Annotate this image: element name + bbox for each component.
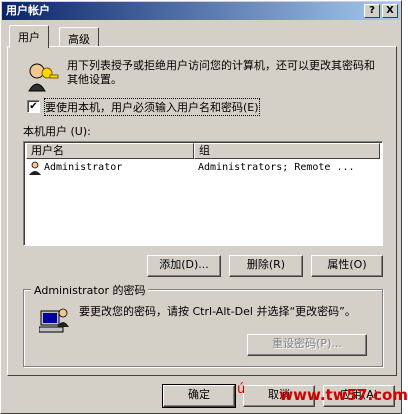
ok-button[interactable]: 确定: [162, 384, 236, 408]
add-button[interactable]: 添加(D)...: [147, 255, 221, 277]
column-header-username[interactable]: 用户名: [26, 143, 194, 159]
watermark-text: www.tw57.com: [279, 386, 408, 404]
tab-advanced[interactable]: 高级: [59, 27, 99, 47]
watermark-prefix: ú: [237, 382, 246, 397]
require-password-label[interactable]: 要使用本机，用户必须输入用户名和密码(E): [44, 98, 260, 116]
require-password-checkbox[interactable]: ✔: [27, 100, 40, 113]
tab-users[interactable]: 用户: [9, 25, 49, 48]
row-username: Administrator: [44, 162, 123, 173]
intro-text: 用下列表授予或拒绝用户访问您的计算机，还可以更改其密码和其他设置。: [67, 59, 375, 86]
password-group-label: Administrator 的密码: [31, 282, 149, 298]
users-list[interactable]: 用户名 组 Administrator Administrators; Remo…: [23, 141, 383, 246]
users-key-icon: [28, 63, 59, 92]
user-accounts-window: 用户帐户 ? X 用户 高级 用下列表授予或拒绝用户访问您的计算机，还可以更改其…: [0, 0, 402, 414]
reset-password-button[interactable]: 重设密码(P)...: [247, 334, 367, 356]
delete-button[interactable]: 删除(R): [229, 255, 303, 277]
row-group: Administrators; Remote ...: [198, 162, 355, 173]
window-title: 用户帐户: [6, 4, 50, 17]
help-button[interactable]: ?: [364, 4, 380, 18]
properties-button[interactable]: 属性(O): [311, 255, 383, 277]
title-bar: 用户帐户 ? X: [2, 2, 400, 20]
password-instructions: 要更改您的密码，请按 Ctrl-Alt-Del 并选择“更改密码”。: [79, 305, 356, 318]
checkmark-icon: ✔: [29, 101, 38, 112]
table-row[interactable]: Administrator Administrators; Remote ...: [26, 160, 366, 176]
close-button[interactable]: X: [382, 4, 398, 18]
local-users-label: 本机用户 (U):: [23, 125, 91, 138]
user-icon: [29, 161, 41, 175]
column-header-group[interactable]: 组: [194, 143, 380, 159]
computer-user-icon: [39, 308, 69, 333]
